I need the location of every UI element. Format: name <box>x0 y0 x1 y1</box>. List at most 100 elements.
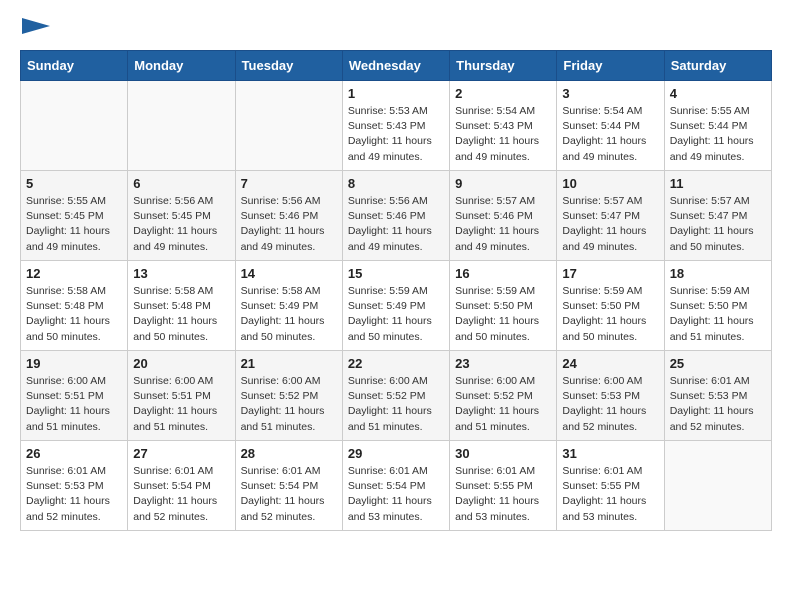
weekday-header-sunday: Sunday <box>21 51 128 81</box>
day-info: Sunrise: 5:54 AM Sunset: 5:43 PM Dayligh… <box>455 104 551 165</box>
day-cell: 30 Sunrise: 6:01 AM Sunset: 5:55 PM Dayli… <box>450 441 557 531</box>
day-number: 21 <box>241 356 337 371</box>
day-info: Sunrise: 6:01 AM Sunset: 5:55 PM Dayligh… <box>455 464 551 525</box>
week-row-3: 12 Sunrise: 5:58 AM Sunset: 5:48 PM Dayli… <box>21 261 772 351</box>
day-info: Sunrise: 5:56 AM Sunset: 5:46 PM Dayligh… <box>348 194 444 255</box>
day-cell: 7 Sunrise: 5:56 AM Sunset: 5:46 PM Daylig… <box>235 171 342 261</box>
day-info: Sunrise: 6:00 AM Sunset: 5:52 PM Dayligh… <box>348 374 444 435</box>
day-number: 30 <box>455 446 551 461</box>
day-info: Sunrise: 6:01 AM Sunset: 5:54 PM Dayligh… <box>241 464 337 525</box>
day-info: Sunrise: 6:00 AM Sunset: 5:52 PM Dayligh… <box>241 374 337 435</box>
day-number: 9 <box>455 176 551 191</box>
day-number: 11 <box>670 176 766 191</box>
day-number: 7 <box>241 176 337 191</box>
day-cell: 28 Sunrise: 6:01 AM Sunset: 5:54 PM Dayli… <box>235 441 342 531</box>
day-number: 12 <box>26 266 122 281</box>
day-cell: 26 Sunrise: 6:01 AM Sunset: 5:53 PM Dayli… <box>21 441 128 531</box>
day-cell: 20 Sunrise: 6:00 AM Sunset: 5:51 PM Dayli… <box>128 351 235 441</box>
day-cell <box>128 81 235 171</box>
day-info: Sunrise: 5:58 AM Sunset: 5:49 PM Dayligh… <box>241 284 337 345</box>
day-info: Sunrise: 6:00 AM Sunset: 5:53 PM Dayligh… <box>562 374 658 435</box>
day-cell: 10 Sunrise: 5:57 AM Sunset: 5:47 PM Dayli… <box>557 171 664 261</box>
day-info: Sunrise: 5:59 AM Sunset: 5:50 PM Dayligh… <box>455 284 551 345</box>
day-number: 31 <box>562 446 658 461</box>
day-cell: 1Sunrise: 5:53 AM Sunset: 5:43 PM Daylig… <box>342 81 449 171</box>
day-cell: 25 Sunrise: 6:01 AM Sunset: 5:53 PM Dayli… <box>664 351 771 441</box>
day-info: Sunrise: 5:54 AM Sunset: 5:44 PM Dayligh… <box>562 104 658 165</box>
day-number: 4 <box>670 86 766 101</box>
day-info: Sunrise: 5:57 AM Sunset: 5:47 PM Dayligh… <box>562 194 658 255</box>
weekday-header-row: SundayMondayTuesdayWednesdayThursdayFrid… <box>21 51 772 81</box>
day-info: Sunrise: 5:59 AM Sunset: 5:50 PM Dayligh… <box>670 284 766 345</box>
day-number: 18 <box>670 266 766 281</box>
day-info: Sunrise: 6:01 AM Sunset: 5:53 PM Dayligh… <box>26 464 122 525</box>
day-cell: 24 Sunrise: 6:00 AM Sunset: 5:53 PM Dayli… <box>557 351 664 441</box>
day-info: Sunrise: 6:00 AM Sunset: 5:52 PM Dayligh… <box>455 374 551 435</box>
logo <box>20 20 50 34</box>
day-cell: 17Sunrise: 5:59 AM Sunset: 5:50 PM Dayli… <box>557 261 664 351</box>
day-info: Sunrise: 6:00 AM Sunset: 5:51 PM Dayligh… <box>26 374 122 435</box>
day-number: 5 <box>26 176 122 191</box>
day-number: 13 <box>133 266 229 281</box>
day-cell: 13 Sunrise: 5:58 AM Sunset: 5:48 PM Dayli… <box>128 261 235 351</box>
day-info: Sunrise: 5:57 AM Sunset: 5:47 PM Dayligh… <box>670 194 766 255</box>
day-number: 10 <box>562 176 658 191</box>
day-cell: 4 Sunrise: 5:55 AM Sunset: 5:44 PM Daylig… <box>664 81 771 171</box>
day-cell: 19Sunrise: 6:00 AM Sunset: 5:51 PM Dayli… <box>21 351 128 441</box>
day-info: Sunrise: 5:56 AM Sunset: 5:46 PM Dayligh… <box>241 194 337 255</box>
day-number: 15 <box>348 266 444 281</box>
week-row-5: 26 Sunrise: 6:01 AM Sunset: 5:53 PM Dayli… <box>21 441 772 531</box>
week-row-1: 1Sunrise: 5:53 AM Sunset: 5:43 PM Daylig… <box>21 81 772 171</box>
day-cell: 16 Sunrise: 5:59 AM Sunset: 5:50 PM Dayli… <box>450 261 557 351</box>
day-number: 27 <box>133 446 229 461</box>
day-info: Sunrise: 6:01 AM Sunset: 5:54 PM Dayligh… <box>348 464 444 525</box>
weekday-header-monday: Monday <box>128 51 235 81</box>
day-number: 16 <box>455 266 551 281</box>
day-number: 22 <box>348 356 444 371</box>
week-row-2: 5Sunrise: 5:55 AM Sunset: 5:45 PM Daylig… <box>21 171 772 261</box>
day-info: Sunrise: 5:59 AM Sunset: 5:50 PM Dayligh… <box>562 284 658 345</box>
day-info: Sunrise: 6:01 AM Sunset: 5:53 PM Dayligh… <box>670 374 766 435</box>
day-cell: 8Sunrise: 5:56 AM Sunset: 5:46 PM Daylig… <box>342 171 449 261</box>
weekday-header-thursday: Thursday <box>450 51 557 81</box>
day-cell <box>235 81 342 171</box>
day-cell: 18 Sunrise: 5:59 AM Sunset: 5:50 PM Dayli… <box>664 261 771 351</box>
day-cell: 9Sunrise: 5:57 AM Sunset: 5:46 PM Daylig… <box>450 171 557 261</box>
day-cell: 14Sunrise: 5:58 AM Sunset: 5:49 PM Dayli… <box>235 261 342 351</box>
day-number: 26 <box>26 446 122 461</box>
day-number: 2 <box>455 86 551 101</box>
day-cell: 21 Sunrise: 6:00 AM Sunset: 5:52 PM Dayli… <box>235 351 342 441</box>
page-header <box>20 20 772 34</box>
day-cell: 6Sunrise: 5:56 AM Sunset: 5:45 PM Daylig… <box>128 171 235 261</box>
day-number: 20 <box>133 356 229 371</box>
day-info: Sunrise: 5:58 AM Sunset: 5:48 PM Dayligh… <box>133 284 229 345</box>
day-cell: 27 Sunrise: 6:01 AM Sunset: 5:54 PM Dayli… <box>128 441 235 531</box>
day-cell: 15Sunrise: 5:59 AM Sunset: 5:49 PM Dayli… <box>342 261 449 351</box>
day-number: 28 <box>241 446 337 461</box>
day-info: Sunrise: 6:01 AM Sunset: 5:54 PM Dayligh… <box>133 464 229 525</box>
day-cell: 12Sunrise: 5:58 AM Sunset: 5:48 PM Dayli… <box>21 261 128 351</box>
week-row-4: 19Sunrise: 6:00 AM Sunset: 5:51 PM Dayli… <box>21 351 772 441</box>
logo-text <box>20 20 50 34</box>
day-number: 6 <box>133 176 229 191</box>
day-info: Sunrise: 5:55 AM Sunset: 5:44 PM Dayligh… <box>670 104 766 165</box>
day-cell: 22 Sunrise: 6:00 AM Sunset: 5:52 PM Dayli… <box>342 351 449 441</box>
weekday-header-friday: Friday <box>557 51 664 81</box>
day-cell <box>21 81 128 171</box>
weekday-header-wednesday: Wednesday <box>342 51 449 81</box>
day-info: Sunrise: 6:00 AM Sunset: 5:51 PM Dayligh… <box>133 374 229 435</box>
day-number: 1 <box>348 86 444 101</box>
weekday-header-tuesday: Tuesday <box>235 51 342 81</box>
day-number: 29 <box>348 446 444 461</box>
day-cell: 29 Sunrise: 6:01 AM Sunset: 5:54 PM Dayli… <box>342 441 449 531</box>
day-number: 3 <box>562 86 658 101</box>
weekday-header-saturday: Saturday <box>664 51 771 81</box>
day-number: 25 <box>670 356 766 371</box>
day-info: Sunrise: 6:01 AM Sunset: 5:55 PM Dayligh… <box>562 464 658 525</box>
day-number: 24 <box>562 356 658 371</box>
day-cell <box>664 441 771 531</box>
day-number: 23 <box>455 356 551 371</box>
day-cell: 23 Sunrise: 6:00 AM Sunset: 5:52 PM Dayli… <box>450 351 557 441</box>
calendar-table: SundayMondayTuesdayWednesdayThursdayFrid… <box>20 50 772 531</box>
day-cell: 2 Sunrise: 5:54 AM Sunset: 5:43 PM Daylig… <box>450 81 557 171</box>
